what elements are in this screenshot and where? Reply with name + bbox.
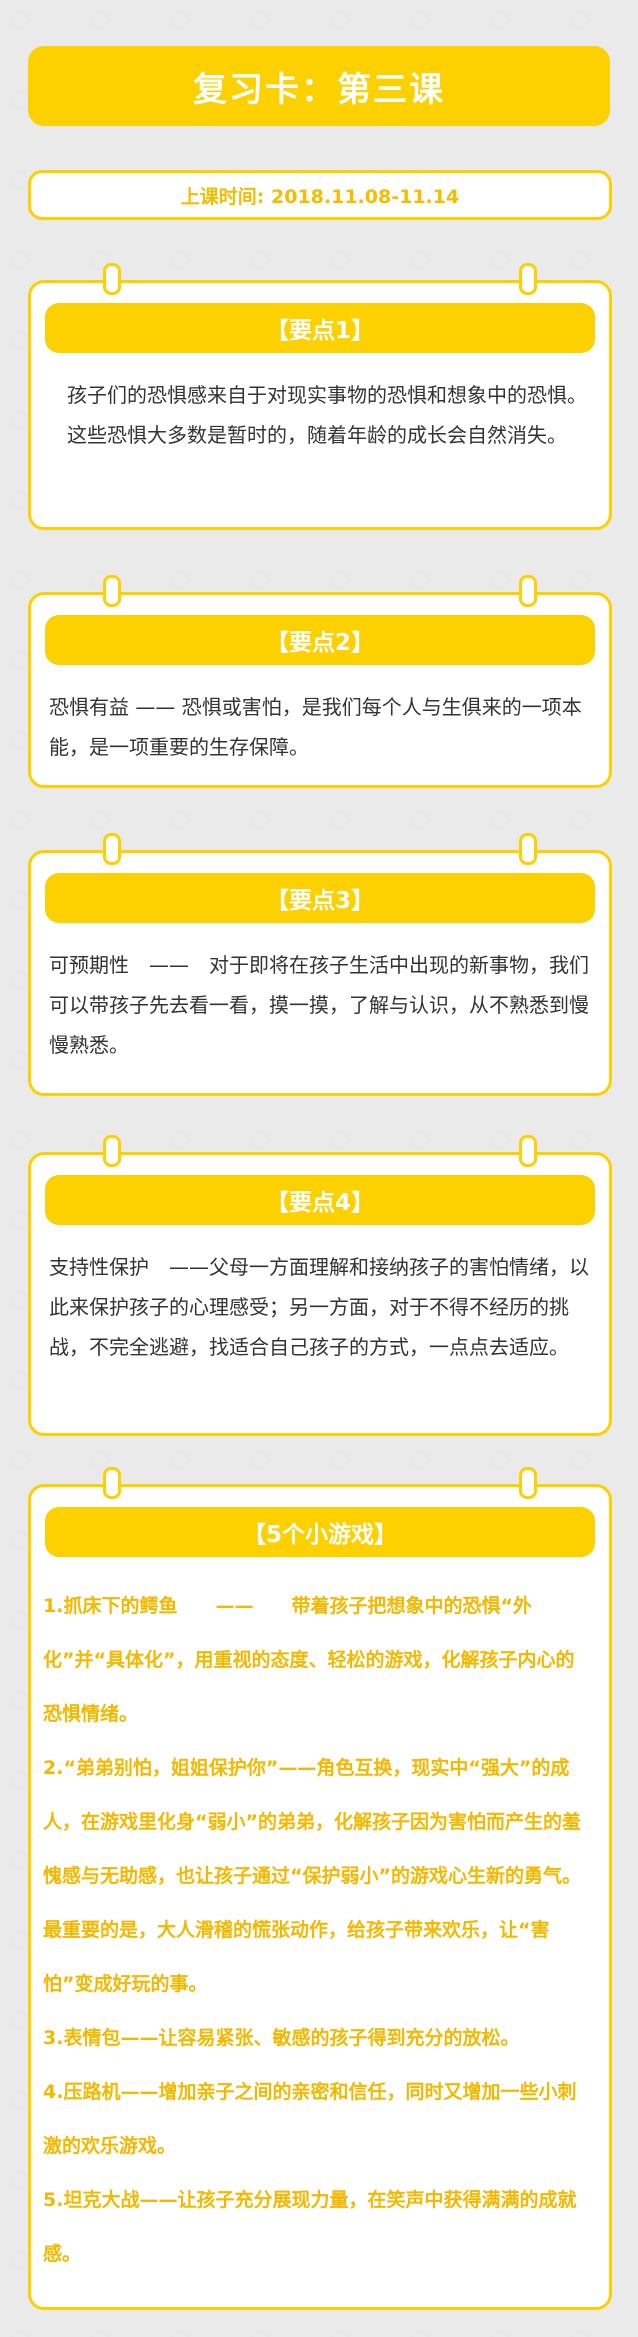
binder-ring-icon: [103, 1135, 121, 1167]
card-text: 孩子们的恐惧感来自于对现实事物的恐惧和想象中的恐惧。这些恐惧大多数是暂时的，随着…: [67, 383, 587, 447]
card-text: 支持性保护 ——父母一方面理解和接纳孩子的害怕情绪，以此来保护孩子的心理感受；另…: [49, 1255, 589, 1359]
key-point-card-3: 【要点3】 可预期性 —— 对于即将在孩子生活中出现的新事物，我们可以带孩子先去…: [28, 833, 612, 1096]
binder-ring-icon: [519, 1135, 537, 1167]
list-item: 5.坦克大战——让孩子充分展现力量，在笑声中获得满满的成就感。: [43, 2189, 577, 2265]
binder-ring-icon: [519, 1467, 537, 1499]
card-heading: 【5个小游戏】: [45, 1507, 595, 1557]
binder-ring-icon: [103, 833, 121, 865]
binder-ring-icon: [519, 263, 537, 295]
binder-ring-icon: [519, 575, 537, 607]
key-point-card-2: 【要点2】 恐惧有益 —— 恐惧或害怕，是我们每个人与生俱来的一项本能，是一项重…: [28, 575, 612, 788]
page-title: 复习卡：第三课: [28, 46, 610, 126]
list-item: 2.“弟弟别怕，姐姐保护你”——角色互换，现实中“强大”的成人，在游戏里化身“弱…: [43, 1757, 581, 1995]
list-item: 3.表情包——让容易紧张、敏感的孩子得到充分的放松。: [43, 2027, 520, 2049]
card-heading: 【要点1】: [45, 303, 595, 353]
games-list: 1.抓床下的鳄鱼 —— 带着孩子把想象中的恐惧“外化”并“具体化”，用重视的态度…: [43, 1579, 591, 2281]
card-heading: 【要点3】: [45, 873, 595, 923]
card-heading: 【要点4】: [45, 1175, 595, 1225]
binder-ring-icon: [519, 833, 537, 865]
class-date: 上课时间: 2018.11.08-11.14: [28, 170, 612, 220]
list-item: 4.压路机——增加亲子之间的亲密和信任，同时又增加一些小刺激的欢乐游戏。: [43, 2081, 577, 2157]
card-text: 可预期性 —— 对于即将在孩子生活中出现的新事物，我们可以带孩子先去看一看，摸一…: [49, 953, 589, 1057]
key-point-card-4: 【要点4】 支持性保护 ——父母一方面理解和接纳孩子的害怕情绪，以此来保护孩子的…: [28, 1135, 612, 1436]
binder-ring-icon: [103, 1467, 121, 1499]
list-item: 1.抓床下的鳄鱼 —— 带着孩子把想象中的恐惧“外化”并“具体化”，用重视的态度…: [43, 1595, 575, 1725]
games-card: 【5个小游戏】 1.抓床下的鳄鱼 —— 带着孩子把想象中的恐惧“外化”并“具体化…: [28, 1467, 612, 2310]
binder-ring-icon: [103, 263, 121, 295]
card-text: 恐惧有益 —— 恐惧或害怕，是我们每个人与生俱来的一项本能，是一项重要的生存保障…: [49, 695, 582, 759]
key-point-card-1: 【要点1】 孩子们的恐惧感来自于对现实事物的恐惧和想象中的恐惧。这些恐惧大多数是…: [28, 263, 612, 530]
binder-ring-icon: [103, 575, 121, 607]
card-heading: 【要点2】: [45, 615, 595, 665]
